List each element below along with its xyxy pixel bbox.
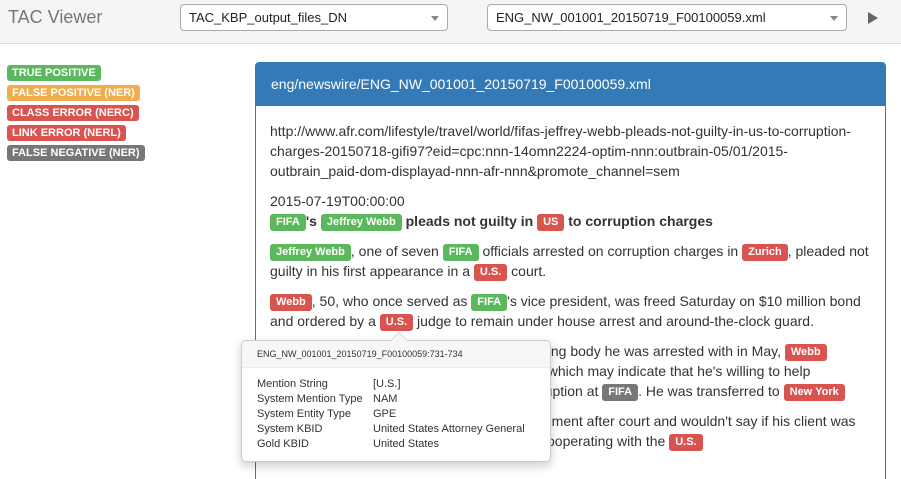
text-span: , one of seven bbox=[350, 243, 443, 259]
popover-row-system-kbid: System KBID United States Attorney Genera… bbox=[257, 422, 535, 437]
file-select-value: ENG_NW_001001_20150719_F00100059.xml bbox=[496, 10, 766, 25]
directory-select[interactable]: TAC_KBP_output_files_DN bbox=[180, 4, 448, 31]
mention-tag[interactable]: Zurich bbox=[742, 244, 788, 261]
popover-key: System Mention Type bbox=[257, 393, 363, 405]
mention-tag[interactable]: FIFA bbox=[471, 294, 508, 311]
popover-value: [U.S.] bbox=[373, 378, 401, 390]
text-span: cooperating with the bbox=[540, 433, 670, 449]
popover-row-gold-kbid: Gold KBID United States bbox=[257, 437, 535, 452]
play-icon bbox=[868, 12, 878, 24]
app-title: TAC Viewer bbox=[8, 7, 103, 27]
popover-key: System Entity Type bbox=[257, 408, 351, 420]
popover-row-mention-string: Mention String [U.S.] bbox=[257, 377, 535, 392]
document-url: http://www.afr.com/lifestyle/travel/worl… bbox=[270, 123, 851, 179]
text-span: mment after court and wouldn't say if hi… bbox=[540, 413, 856, 429]
load-button[interactable] bbox=[862, 9, 884, 29]
text-span: ning body he was arrested with in May, bbox=[540, 343, 785, 359]
paragraph: Jeffrey Webb, one of seven FIFA official… bbox=[270, 241, 871, 281]
text-span: to corruption charges bbox=[564, 213, 713, 229]
popover-value: United States Attorney General bbox=[373, 423, 525, 435]
text-span: , 50, who once served as bbox=[311, 293, 472, 309]
mention-tag[interactable]: Webb bbox=[270, 294, 312, 311]
directory-select-value: TAC_KBP_output_files_DN bbox=[189, 10, 348, 25]
legend: TRUE POSITIVE FALSE POSITIVE (NER) CLASS… bbox=[7, 65, 145, 165]
mention-tag[interactable]: FIFA bbox=[442, 244, 479, 261]
text-span: 's bbox=[305, 213, 321, 229]
document-path: eng/newswire/ENG_NW_001001_20150719_F001… bbox=[256, 63, 885, 106]
popover-key: Mention String bbox=[257, 378, 328, 390]
mention-tag[interactable]: U.S. bbox=[473, 264, 508, 281]
popover-body: Mention String [U.S.] System Mention Type… bbox=[242, 368, 550, 461]
mention-tag[interactable]: FIFA bbox=[270, 214, 306, 231]
text-span: pleads not guilty in bbox=[401, 213, 538, 229]
legend-link-error: LINK ERROR (NERL) bbox=[7, 125, 126, 141]
mention-popover: ENG_NW_001001_20150719_F00100059:731-734… bbox=[241, 332, 551, 462]
popover-key: System KBID bbox=[257, 423, 323, 435]
legend-false-positive: FALSE POSITIVE (NER) bbox=[7, 85, 140, 101]
popover-value: NAM bbox=[373, 393, 398, 405]
legend-class-error: CLASS ERROR (NERC) bbox=[7, 105, 139, 121]
text-span: officials arrested on corruption charges… bbox=[478, 243, 743, 259]
popover-arrow bbox=[390, 332, 408, 341]
popover-row-entity-type: System Entity Type GPE bbox=[257, 407, 535, 422]
popover-key: Gold KBID bbox=[257, 438, 309, 450]
text-span: judge to remain under house arrest and a… bbox=[413, 313, 814, 329]
mention-tag[interactable]: Jeffrey Webb bbox=[270, 244, 351, 261]
chevron-down-icon bbox=[830, 16, 838, 21]
mention-tag[interactable]: Webb bbox=[784, 344, 827, 361]
mention-tag[interactable]: FIFA bbox=[602, 384, 639, 401]
mention-tag[interactable]: US bbox=[537, 214, 565, 231]
text-span: , which may indicate that he's willing t… bbox=[540, 363, 811, 379]
paragraph: Webb, 50, who once served as FIFA's vice… bbox=[270, 291, 871, 331]
top-navbar: TAC Viewer TAC_KBP_output_files_DN ENG_N… bbox=[0, 0, 901, 44]
text-span: court. bbox=[507, 263, 547, 279]
popover-row-mention-type: System Mention Type NAM bbox=[257, 392, 535, 407]
text-span: . He was transferred to bbox=[638, 383, 784, 399]
popover-value: United States bbox=[373, 438, 440, 450]
document-headline: FIFA's Jeffrey Webb pleads not guilty in… bbox=[270, 211, 871, 231]
chevron-down-icon bbox=[431, 16, 439, 21]
mention-tag[interactable]: U.S. bbox=[379, 314, 414, 331]
mention-tag[interactable]: Jeffrey Webb bbox=[320, 214, 402, 231]
popover-title: ENG_NW_001001_20150719_F00100059:731-734 bbox=[242, 341, 550, 368]
document-date: 2015-07-19T00:00:00 bbox=[270, 193, 405, 209]
legend-false-negative: FALSE NEGATIVE (NER) bbox=[7, 145, 145, 161]
file-select[interactable]: ENG_NW_001001_20150719_F00100059.xml bbox=[487, 4, 847, 31]
popover-value: GPE bbox=[373, 408, 397, 420]
mention-tag[interactable]: New York bbox=[783, 384, 845, 401]
mention-tag[interactable]: U.S. bbox=[669, 434, 703, 451]
legend-true-positive: TRUE POSITIVE bbox=[7, 65, 101, 81]
